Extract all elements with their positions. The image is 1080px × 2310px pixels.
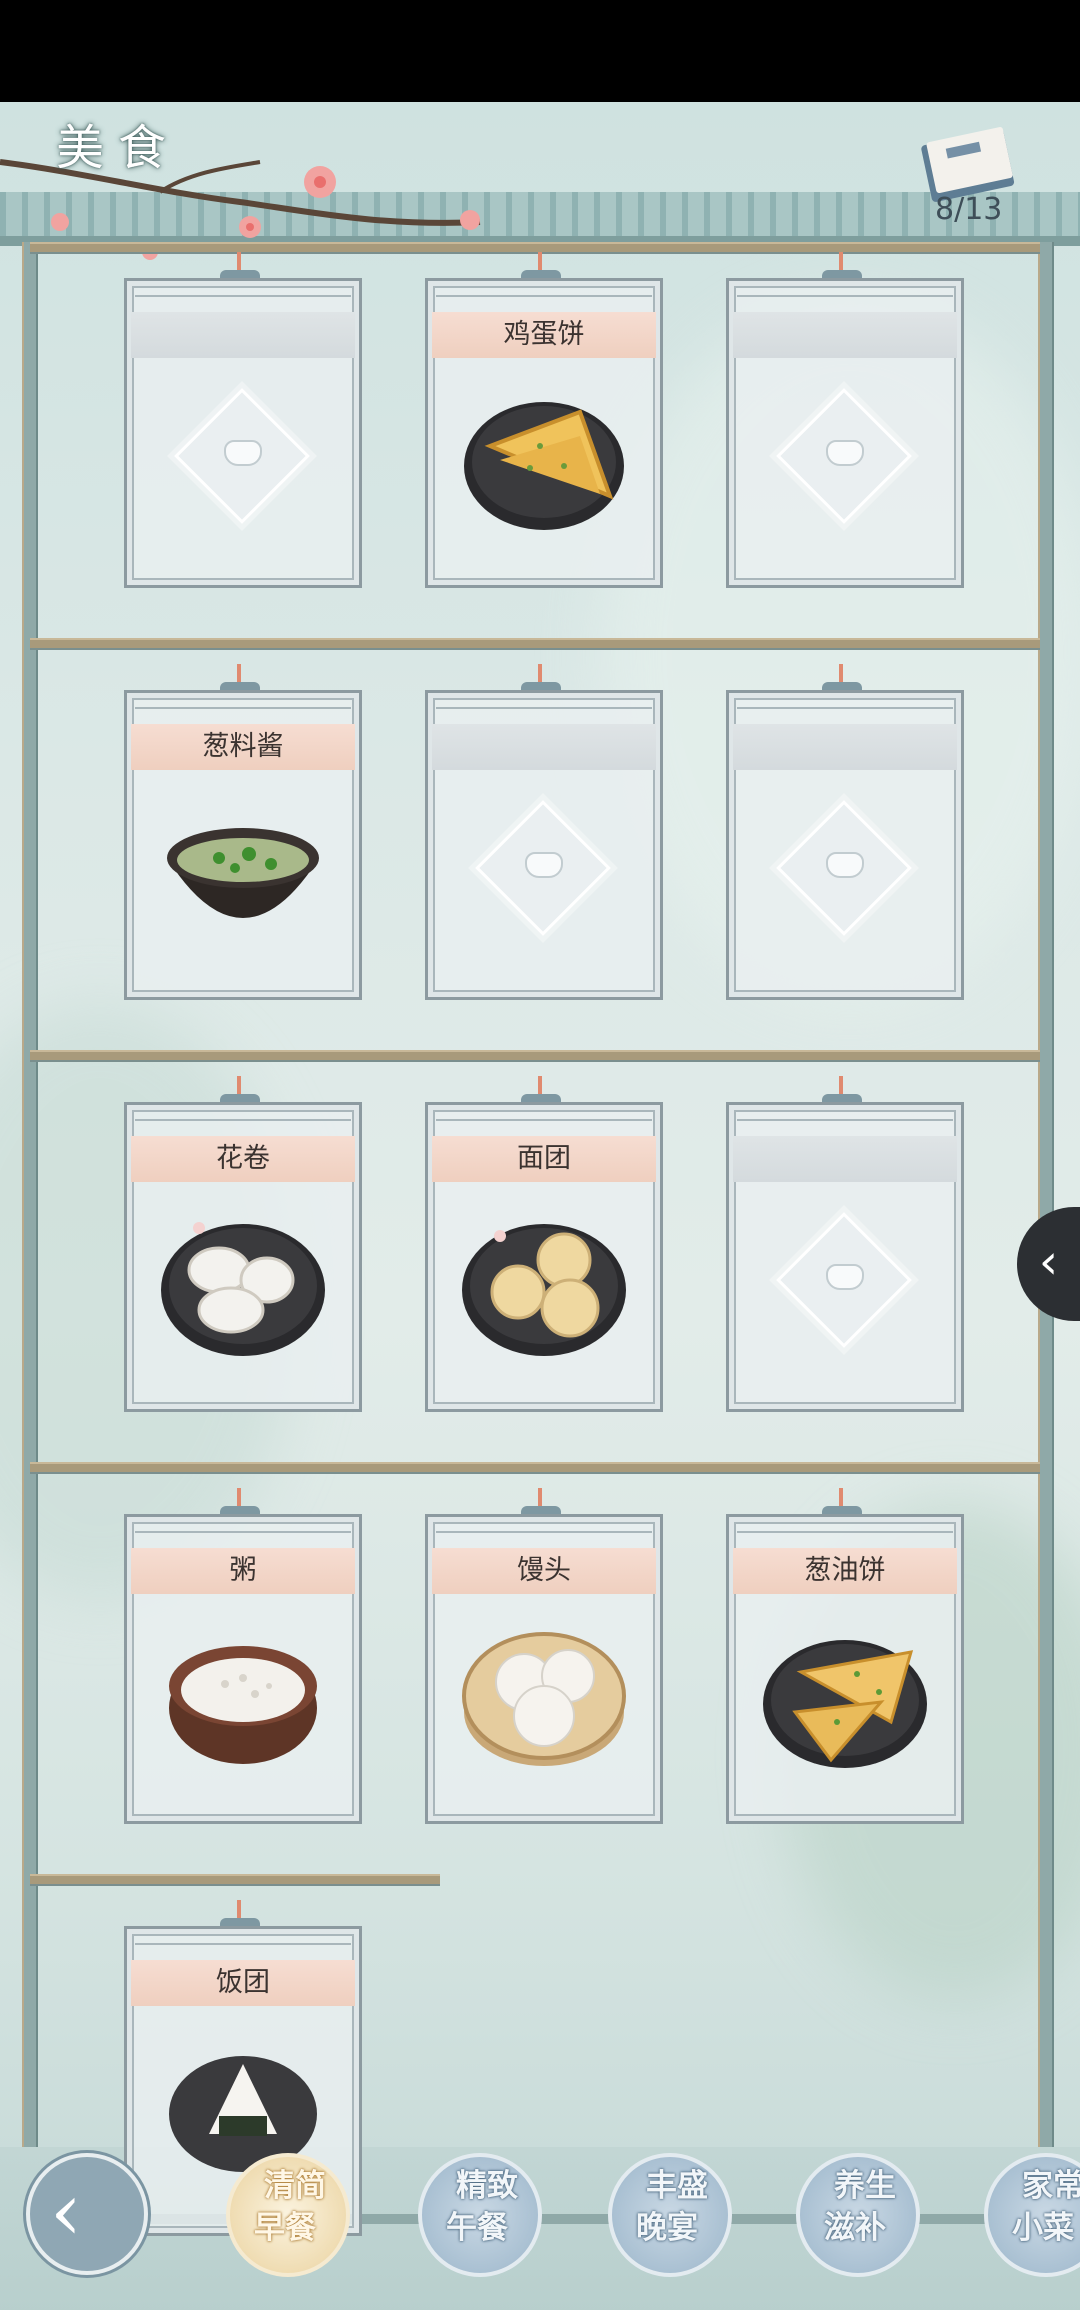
back-arrow-icon: ‹: [50, 2165, 82, 2258]
unknown-dish-icon: [826, 440, 864, 466]
food-card-steamed-bun[interactable]: 馒头: [425, 1488, 663, 1824]
shelf-board: [30, 638, 1040, 648]
food-name: 花卷: [131, 1136, 355, 1182]
food-card-dough[interactable]: 面团: [425, 1076, 663, 1412]
collection-counter: 8/13: [935, 192, 1003, 227]
scallion-pancake-icon: [761, 1612, 929, 1780]
tab-label-top: 养生: [834, 2168, 896, 2204]
food-card-egg-pancake[interactable]: 鸡蛋饼: [425, 252, 663, 588]
locked-food-card[interactable]: [425, 664, 663, 1000]
tab-label-bottom: 午餐: [446, 2210, 508, 2246]
tab-category-1[interactable]: 清简早餐: [226, 2153, 350, 2277]
status-bar-area: [0, 0, 1080, 102]
tab-label-top: 丰盛: [646, 2168, 708, 2204]
unknown-dish-icon: [826, 852, 864, 878]
empty-label-band: [131, 312, 355, 358]
shelf-board: [30, 1874, 440, 1884]
tab-label-top: 清简: [264, 2168, 326, 2204]
tab-label-top: 精致: [456, 2168, 518, 2204]
tab-category-2[interactable]: 精致午餐: [418, 2153, 542, 2277]
food-name: 馒头: [432, 1548, 656, 1594]
food-card-scallion-pancake[interactable]: 葱油饼: [726, 1488, 964, 1824]
shelf-board: [30, 1050, 1040, 1060]
empty-label-band: [733, 1136, 957, 1182]
food-name: 饭团: [131, 1960, 355, 2006]
flower-roll-icon: [159, 1200, 327, 1368]
tab-label-bottom: 滋补: [824, 2210, 886, 2246]
egg-pancake-icon: [460, 376, 628, 544]
dough-icon: [460, 1200, 628, 1368]
food-name: 粥: [131, 1548, 355, 1594]
shelf-post-left: [22, 242, 38, 2212]
tab-category-3[interactable]: 丰盛晚宴: [608, 2153, 732, 2277]
porridge-icon: [159, 1612, 327, 1780]
locked-food-card[interactable]: [726, 664, 964, 1000]
food-card-scallion-sauce[interactable]: 葱料酱: [124, 664, 362, 1000]
empty-label-band: [733, 312, 957, 358]
locked-food-card[interactable]: [124, 252, 362, 588]
food-name: 鸡蛋饼: [432, 312, 656, 358]
tab-category-4[interactable]: 养生滋补: [796, 2153, 920, 2277]
page-title: 美食: [56, 120, 181, 176]
food-collection-screen: 美食 8/13 鸡蛋饼葱料酱花卷 面团粥 馒头 葱油饼饭团: [0, 102, 1080, 2310]
tab-label-bottom: 早餐: [254, 2210, 316, 2246]
shelf-board: [30, 242, 1040, 252]
tab-label-bottom: 晚宴: [636, 2210, 698, 2246]
shelf-board: [30, 1462, 1040, 1472]
empty-label-band: [733, 724, 957, 770]
empty-label-band: [432, 724, 656, 770]
locked-food-card[interactable]: [726, 252, 964, 588]
tab-label-bottom: 小菜: [1012, 2210, 1074, 2246]
tab-label-top: 家常: [1022, 2168, 1080, 2204]
recipe-book-icon[interactable]: [915, 122, 1025, 202]
steamed-bun-icon: [460, 1612, 628, 1780]
food-name: 面团: [432, 1136, 656, 1182]
back-button[interactable]: ‹: [26, 2153, 148, 2275]
food-card-flower-roll[interactable]: 花卷: [124, 1076, 362, 1412]
chevron-left-icon: ‹: [1038, 1234, 1059, 1290]
food-card-porridge[interactable]: 粥: [124, 1488, 362, 1824]
unknown-dish-icon: [525, 852, 563, 878]
food-name: 葱料酱: [131, 724, 355, 770]
locked-food-card[interactable]: [726, 1076, 964, 1412]
unknown-dish-icon: [224, 440, 262, 466]
scallion-sauce-icon: [159, 788, 327, 956]
unknown-dish-icon: [826, 1264, 864, 1290]
food-name: 葱油饼: [733, 1548, 957, 1594]
